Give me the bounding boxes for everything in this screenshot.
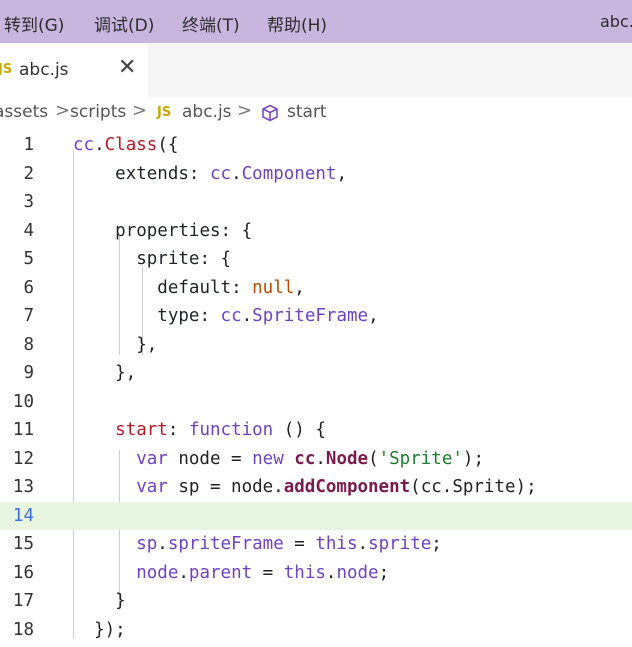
code-text: type: cc.SpriteFrame, — [157, 306, 379, 326]
code-line-17: 17 } — [0, 587, 632, 616]
breadcrumb: assets > scripts > JS abc.js > start — [0, 97, 632, 131]
breadcrumb-assets[interactable]: assets — [0, 102, 48, 122]
line-number: 14 — [12, 505, 34, 526]
code-line-1: 1 cc.Class({ — [0, 131, 632, 160]
tab-label: abc.js — [19, 60, 69, 80]
line-number: 18 — [12, 619, 34, 640]
code-line-11: 11 start: function () { — [0, 416, 632, 445]
line-number: 5 — [23, 249, 34, 269]
tab-bar: JS abc.js ✕ — [0, 43, 632, 97]
code-line-15: 15 sp.spriteFrame = this.sprite; — [0, 530, 632, 559]
code-text: } — [73, 591, 126, 611]
tab-abc-js[interactable]: JS abc.js ✕ — [0, 43, 148, 97]
line-number: 6 — [23, 277, 34, 298]
code-text: var node = new cc.Node('Sprite'); — [136, 448, 484, 469]
code-line-3: 3 — [0, 188, 632, 217]
menu-debug[interactable]: 调试(D) — [94, 11, 154, 36]
line-number: 3 — [23, 192, 34, 212]
code-line-2: 2 extends: cc.Component, — [0, 160, 632, 189]
code-text: }, — [73, 363, 137, 383]
chevron-right-icon: > — [55, 100, 71, 121]
code-line-10: 10 — [0, 388, 632, 417]
menu-bar: 转到(G) 调试(D) 终端(T) 帮助(H) abc.js — [0, 0, 632, 43]
close-icon[interactable]: ✕ — [118, 55, 136, 80]
code-line-9: 9 }, — [0, 359, 632, 388]
breadcrumb-start[interactable]: start — [287, 102, 327, 122]
code-text: default: null, — [157, 277, 305, 298]
code-line-13: 13 var sp = node.addComponent(cc.Sprite)… — [0, 473, 632, 502]
code-text: extends: cc.Component, — [115, 163, 347, 184]
code-text: sp.spriteFrame = this.sprite; — [136, 534, 442, 554]
code-line-18: 18 }); — [0, 616, 632, 645]
window-title: abc.js — [600, 12, 632, 31]
code-text: node.parent = this.node; — [136, 562, 390, 583]
code-editor[interactable]: 1 cc.Class({ 2 extends: cc.Component, 3 … — [0, 131, 632, 647]
code-text: }); — [73, 619, 126, 640]
line-number: 12 — [12, 448, 34, 469]
line-number: 4 — [23, 220, 34, 241]
line-number: 7 — [23, 306, 34, 326]
menu-goto[interactable]: 转到(G) — [4, 11, 64, 36]
line-number: 17 — [12, 591, 34, 611]
code-text: properties: { — [115, 220, 253, 241]
menu-terminal[interactable]: 终端(T) — [182, 11, 240, 36]
code-line-7: 7 type: cc.SpriteFrame, — [0, 302, 632, 331]
line-number: 8 — [23, 334, 34, 355]
code-line-5: 5 sprite: { — [0, 245, 632, 274]
method-cube-icon — [262, 104, 278, 122]
line-number: 13 — [12, 477, 34, 497]
code-line-8: 8 }, — [0, 331, 632, 360]
breadcrumb-scripts[interactable]: scripts — [70, 102, 126, 122]
code-text: sprite: { — [136, 249, 232, 269]
line-number: 1 — [23, 135, 34, 155]
line-number: 11 — [12, 420, 34, 440]
line-number: 10 — [12, 391, 34, 412]
js-file-icon: JS — [0, 62, 13, 77]
menu-help[interactable]: 帮助(H) — [267, 11, 327, 36]
chevron-right-icon: > — [132, 100, 148, 121]
code-line-4: 4 properties: { — [0, 217, 632, 246]
code-text: var sp = node.addComponent(cc.Sprite); — [136, 477, 537, 497]
code-text: start: function () { — [115, 420, 326, 440]
line-number: 16 — [12, 562, 34, 583]
line-number: 15 — [12, 534, 34, 554]
code-line-12: 12 var node = new cc.Node('Sprite'); — [0, 445, 632, 474]
js-file-icon: JS — [157, 105, 172, 120]
code-line-16: 16 node.parent = this.node; — [0, 559, 632, 588]
breadcrumb-file[interactable]: abc.js — [182, 102, 232, 122]
code-line-14[interactable]: 14 — [0, 501, 632, 530]
line-number: 2 — [23, 163, 34, 184]
code-line-6: 6 default: null, — [0, 274, 632, 303]
code-text: }, — [73, 334, 158, 355]
line-number: 9 — [23, 363, 34, 383]
code-text: cc.Class({ — [73, 135, 179, 155]
chevron-right-icon: > — [237, 100, 253, 121]
